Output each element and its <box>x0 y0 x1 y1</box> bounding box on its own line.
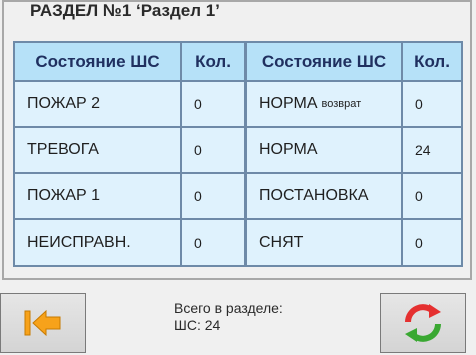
section-title: РАЗДЕЛ №1 ‘Раздел 1’ <box>24 2 226 20</box>
state-table: Состояние ШС Кол. Состояние ШС Кол. ПОЖА… <box>13 41 463 267</box>
totals-info: Всего в разделе: ШС: 24 <box>174 300 283 334</box>
table-row-state: НОРМА <box>247 128 401 172</box>
back-button[interactable] <box>0 293 86 353</box>
state-label: НОРМА <box>259 95 318 112</box>
column-header-state-left: Состояние ШС <box>15 43 180 80</box>
column-header-count-right: Кол. <box>403 43 461 80</box>
table-row-state: НЕИСПРАВН. <box>15 220 180 265</box>
column-header-count-left: Кол. <box>182 43 244 80</box>
total-label: Всего в разделе: <box>174 300 283 316</box>
column-header-state-right: Состояние ШС <box>247 43 401 80</box>
table-row-count: 0 <box>403 82 461 126</box>
table-row-count: 0 <box>403 174 461 218</box>
table-row-count: 24 <box>403 128 461 172</box>
table-row-count: 0 <box>182 82 244 126</box>
state-suffix: возврат <box>321 98 362 110</box>
table-row-count: 0 <box>403 220 461 265</box>
table-row-state: СНЯТ <box>247 220 401 265</box>
table-row-state: ПОЖАР 1 <box>15 174 180 218</box>
table-row-count: 0 <box>182 128 244 172</box>
table-row-count: 0 <box>182 220 244 265</box>
table-row-state: ПОЖАР 2 <box>15 82 180 126</box>
table-row-state: ТРЕВОГА <box>15 128 180 172</box>
refresh-cycle-icon <box>405 304 441 342</box>
table-row-count: 0 <box>182 174 244 218</box>
table-row-state: НОРМА возврат <box>247 82 401 126</box>
total-value: ШС: 24 <box>174 317 221 333</box>
refresh-button[interactable] <box>380 293 466 353</box>
table-row-state: ПОСТАНОВКА <box>247 174 401 218</box>
arrow-left-bar-icon <box>24 309 61 337</box>
